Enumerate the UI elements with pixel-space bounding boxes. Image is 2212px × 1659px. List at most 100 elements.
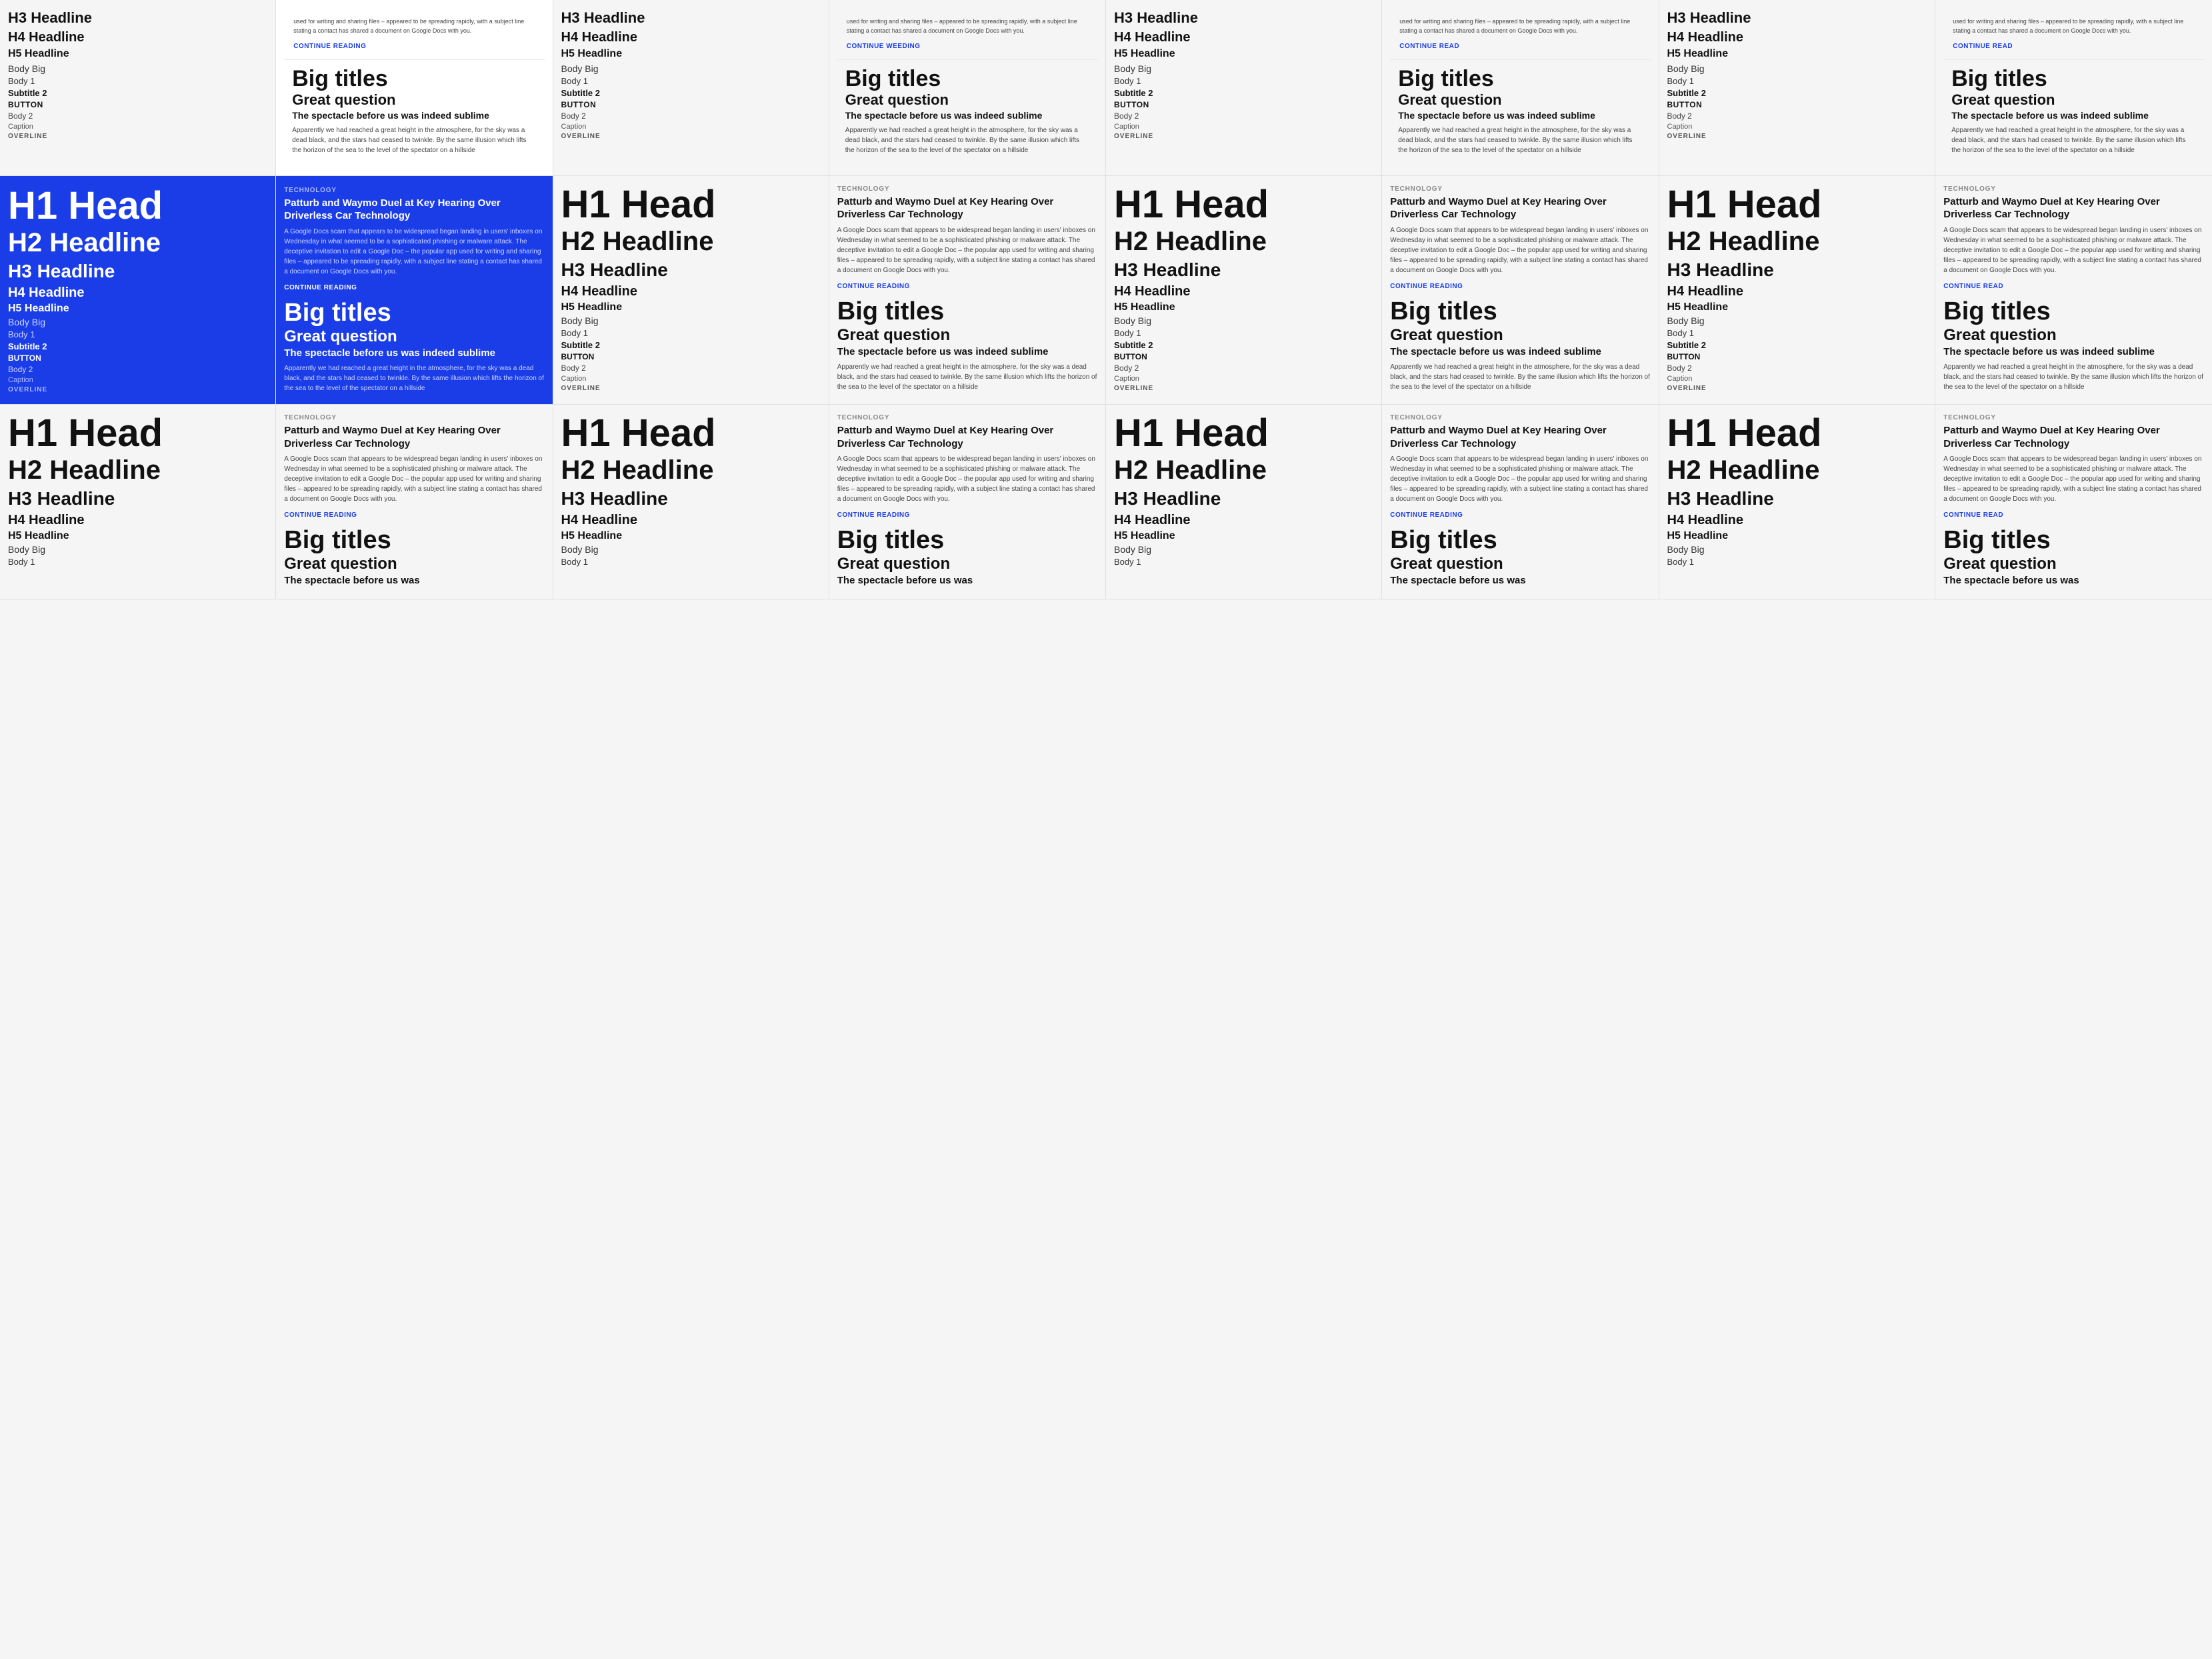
row2-col2: H1 Head H2 Headline H3 Headline H4 Headl…: [553, 176, 1107, 404]
body2-row2-col4: Body 2: [1667, 363, 1927, 373]
type-scale-row3-col1: H1 Head H2 Headline H3 Headline H4 Headl…: [8, 414, 267, 567]
big-type-col3: Big titles Great question The spectacle …: [1390, 60, 1650, 166]
body-big-col3: Body Big: [1114, 63, 1373, 74]
overline-col3: OVERLINE: [1114, 133, 1373, 140]
h4-col2: H4 Headline: [561, 29, 821, 45]
article-label-row2-col3: TECHNOLOGY: [1390, 185, 1650, 193]
article-label-row2-col2: TECHNOLOGY: [837, 185, 1097, 193]
subtitle2-row2-col1: Subtitle 2: [8, 341, 267, 351]
subtitle2-row2-col4: Subtitle 2: [1667, 340, 1927, 350]
big-titles-col3: Big titles: [1398, 67, 1642, 91]
body-para-col1: Apparently we had reached a great height…: [292, 125, 536, 155]
body-big-row2-col3: Body Big: [1114, 315, 1373, 326]
body1-label: Body 1: [8, 76, 267, 86]
article-body-col3: used for writing and sharing files – app…: [1399, 17, 1641, 35]
row2-col4-left: H1 Head H2 Headline H3 Headline H4 Headl…: [1659, 176, 1936, 404]
h3-col4: H3 Headline: [1667, 9, 1927, 27]
great-question-col4: Great question: [1951, 91, 2196, 109]
body-big-row3-col4: Body Big: [1667, 544, 1927, 555]
col-3: H3 Headline H4 Headline H5 Headline Body…: [1106, 0, 1659, 175]
body-big-col4: Body Big: [1667, 63, 1927, 74]
body1-row3-col2: Body 1: [561, 557, 821, 567]
row3-col1-right: TECHNOLOGY Patturb and Waymo Duel at Key…: [276, 405, 552, 599]
h4-row3-col4: H4 Headline: [1667, 513, 1927, 528]
row3-col3: H1 Head H2 Headline H3 Headline H4 Headl…: [1106, 405, 1659, 599]
row2-col1-left-blue: H1 Head H2 Headline H3 Headline H4 Headl…: [0, 176, 276, 404]
continue-reading-row3-col3[interactable]: CONTINUE READING: [1390, 511, 1463, 519]
great-question-row3-col4: Great question: [1943, 555, 2204, 574]
row3-col3-right: TECHNOLOGY Patturb and Waymo Duel at Key…: [1382, 405, 1658, 599]
h4-col3: H4 Headline: [1114, 29, 1373, 45]
col2-right: used for writing and sharing files – app…: [829, 0, 1105, 175]
h4-row2-col1: H4 Headline: [8, 285, 267, 301]
overline-row2-col2: OVERLINE: [561, 385, 821, 392]
article-row3-col1: TECHNOLOGY Patturb and Waymo Duel at Key…: [284, 414, 544, 520]
great-question-col3: Great question: [1398, 91, 1642, 109]
continue-reading-row2-col4[interactable]: CONTINUE READ: [1943, 283, 2003, 290]
continue-reading-row2-col1[interactable]: CONTINUE READING: [284, 284, 357, 291]
col2-left: H3 Headline H4 Headline H5 Headline Body…: [553, 0, 829, 175]
h5-col3: H5 Headline: [1114, 47, 1373, 61]
row3-col2-left: H1 Head H2 Headline H3 Headline H4 Headl…: [553, 405, 829, 599]
h5-row3-col3: H5 Headline: [1114, 530, 1373, 542]
col-1: H3 Headline H4 Headline H5 Headline Body…: [0, 0, 553, 175]
article-body-row2-col2: A Google Docs scam that appears to be wi…: [837, 225, 1097, 275]
article-row2-col1: TECHNOLOGY Patturb and Waymo Duel at Key…: [284, 187, 544, 293]
h5-row2-col1: H5 Headline: [8, 303, 267, 315]
article-top-4: used for writing and sharing files – app…: [1943, 9, 2204, 60]
spectacle-row2-col2: The spectacle before us was indeed subli…: [837, 345, 1097, 359]
caption-row2-col2: Caption: [561, 375, 821, 383]
row3-col4-right: TECHNOLOGY Patturb and Waymo Duel at Key…: [1935, 405, 2212, 599]
continue-reading-row3-col2[interactable]: CONTINUE READING: [837, 511, 910, 519]
body2-row2-col2: Body 2: [561, 363, 821, 373]
button-row2-col4: BUTTON: [1667, 352, 1927, 361]
button-row2-col2: BUTTON: [561, 352, 821, 361]
big-type-row2-col1-blue: Big titles Great question The spectacle …: [284, 299, 544, 393]
continue-reading-col3[interactable]: CONTINUE READ: [1399, 43, 1459, 50]
h5-label: H5 Headline: [8, 47, 267, 61]
h3-row3-col4: H3 Headline: [1667, 487, 1927, 510]
big-type-row2-col3: Big titles Great question The spectacle …: [1390, 298, 1650, 392]
type-scale-row3-col4: H1 Head H2 Headline H3 Headline H4 Headl…: [1667, 414, 1927, 567]
h2-row3-col4: H2 Headline: [1667, 455, 1927, 485]
type-scale-row2-col3: H1 Head H2 Headline H3 Headline H4 Headl…: [1114, 185, 1373, 392]
type-scale-col1-left: H3 Headline H4 Headline H5 Headline Body…: [8, 9, 267, 140]
body-big-label: Body Big: [8, 63, 267, 74]
continue-reading-col4[interactable]: CONTINUE READ: [1953, 43, 2013, 50]
great-question-row3-col1: Great question: [284, 555, 544, 574]
article-body-row2-col1: A Google Docs scam that appears to be wi…: [284, 227, 544, 277]
caption-row2-col1: Caption: [8, 376, 267, 384]
continue-reading-row3-col1[interactable]: CONTINUE READING: [284, 511, 357, 519]
col4-right: used for writing and sharing files – app…: [1935, 0, 2212, 175]
continue-reading-row3-col4[interactable]: CONTINUE READ: [1943, 511, 2003, 519]
great-question-row3-col3: Great question: [1390, 555, 1650, 574]
h4-row2-col3: H4 Headline: [1114, 284, 1373, 299]
row2-col4: H1 Head H2 Headline H3 Headline H4 Headl…: [1659, 176, 2212, 404]
body2-row2-col3: Body 2: [1114, 363, 1373, 373]
body-para-row2-col3: Apparently we had reached a great height…: [1390, 362, 1650, 392]
button-row2-col1: BUTTON: [8, 353, 267, 363]
article-title-row3-col4: Patturb and Waymo Duel at Key Hearing Ov…: [1943, 424, 2204, 450]
continue-reading-row2-col3[interactable]: CONTINUE READING: [1390, 283, 1463, 290]
h3-col3: H3 Headline: [1114, 9, 1373, 27]
overline-row2-col4: OVERLINE: [1667, 385, 1927, 392]
h3-row3-col3: H3 Headline: [1114, 487, 1373, 510]
body1-row2-col4: Body 1: [1667, 328, 1927, 338]
big-type-row2-col4: Big titles Great question The spectacle …: [1943, 298, 2204, 392]
h1-row3-col1: H1 Head: [8, 414, 267, 453]
body1-row2-col1: Body 1: [8, 329, 267, 339]
continue-weeding-link[interactable]: CONTINUE WEEDING: [847, 43, 921, 50]
big-titles-row3-col4: Big titles: [1943, 527, 2204, 555]
continue-reading-link[interactable]: CONTINUE READING: [293, 43, 366, 50]
col3-left: H3 Headline H4 Headline H5 Headline Body…: [1106, 0, 1382, 175]
great-question-text: Great question: [292, 91, 536, 109]
article-body-text: used for writing and sharing files – app…: [293, 17, 535, 35]
continue-reading-row2-col2[interactable]: CONTINUE READING: [837, 283, 910, 290]
h1-row3-col4: H1 Head: [1667, 414, 1927, 453]
body1-col4: Body 1: [1667, 76, 1927, 86]
great-question-row3-col2: Great question: [837, 555, 1097, 574]
button-col2: BUTTON: [561, 100, 821, 109]
button-col4: BUTTON: [1667, 100, 1927, 109]
spectacle-row3-col1: The spectacle before us was: [284, 574, 544, 587]
body-big-row2-col1: Body Big: [8, 317, 267, 327]
